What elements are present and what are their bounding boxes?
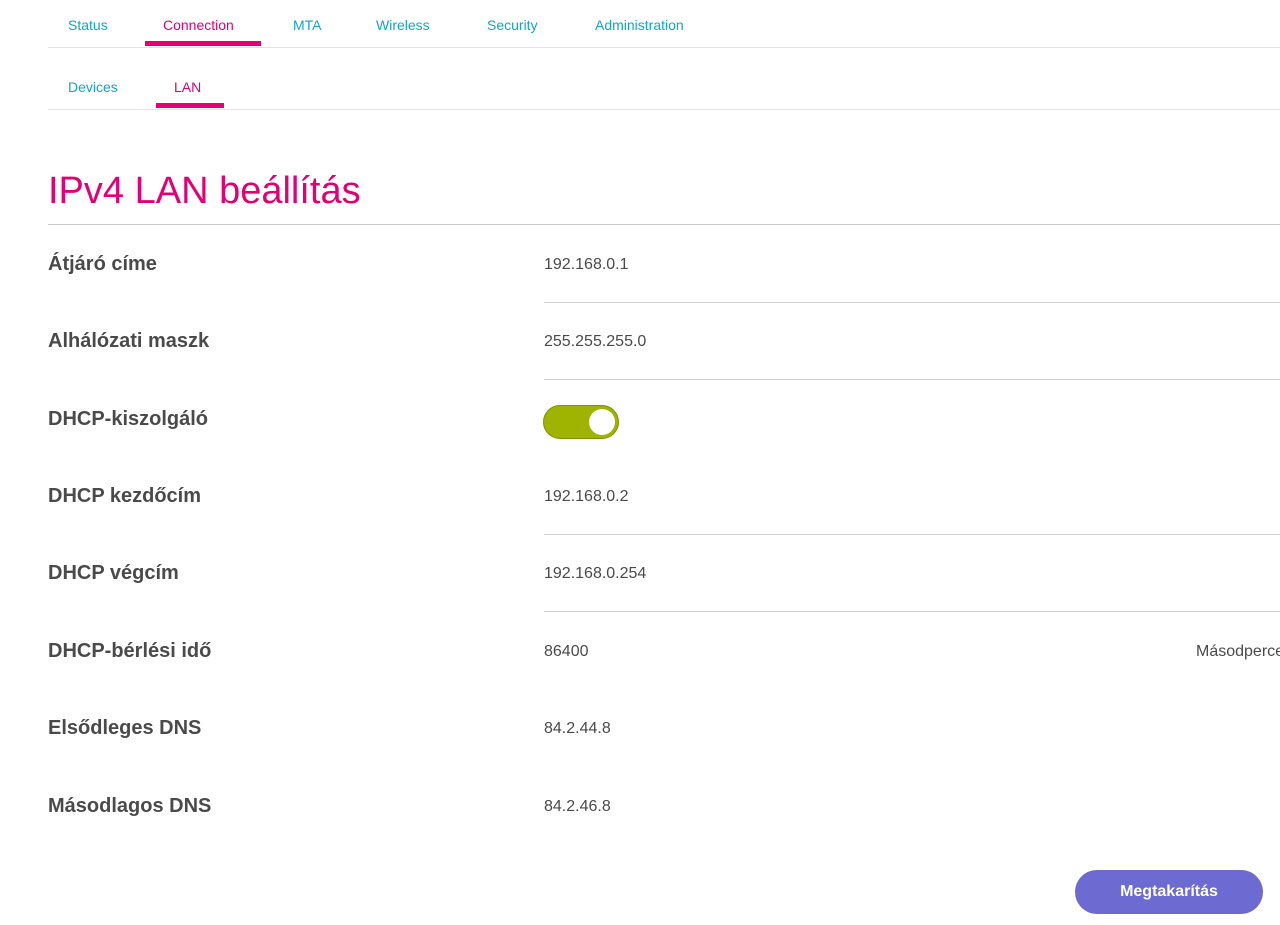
tab-wireless[interactable]: Wireless	[376, 17, 430, 33]
setting-row-secondary-dns: Másodlagos DNS 84.2.46.8	[48, 767, 1280, 845]
dhcp-start-value[interactable]: 192.168.0.2	[544, 488, 629, 506]
save-button[interactable]: Megtakarítás	[1075, 870, 1263, 914]
gateway-label: Átjáró címe	[48, 253, 157, 275]
setting-row-gateway: Átjáró címe 192.168.0.1	[48, 225, 1280, 303]
active-subtab-indicator	[156, 103, 224, 108]
subnet-mask-label: Alhálózati maszk	[48, 330, 210, 352]
tab-mta[interactable]: MTA	[293, 17, 322, 33]
tab-connection[interactable]: Connection	[163, 17, 234, 33]
setting-row-dhcp-end: DHCP végcím 192.168.0.254	[48, 534, 1280, 612]
subnet-mask-value: 255.255.255.0	[544, 333, 647, 350]
dhcp-end-label: DHCP végcím	[48, 562, 179, 584]
dhcp-server-label: DHCP-kiszolgáló	[48, 408, 209, 430]
primary-dns-value[interactable]: 84.2.44.8	[544, 720, 611, 738]
lease-time-value[interactable]: 86400	[544, 643, 589, 661]
setting-row-primary-dns: Elsődleges DNS 84.2.44.8	[48, 689, 1280, 767]
toggle-knob	[589, 409, 615, 435]
dhcp-start-label: DHCP kezdőcím	[48, 485, 202, 507]
active-tab-indicator	[145, 41, 261, 46]
tab-security[interactable]: Security	[487, 17, 538, 33]
secondary-dns-label: Másodlagos DNS	[48, 795, 212, 817]
setting-row-dhcp-start: DHCP kezdőcím 192.168.0.2	[48, 457, 1280, 535]
lease-time-unit: Másodpercek	[1196, 643, 1280, 660]
gateway-value: 192.168.0.1	[544, 256, 629, 273]
tab-devices[interactable]: Devices	[68, 79, 118, 95]
dhcp-server-toggle[interactable]	[543, 405, 619, 439]
tab-administration[interactable]: Administration	[595, 17, 684, 33]
tab-status[interactable]: Status	[68, 17, 108, 33]
primary-dns-label: Elsődleges DNS	[48, 717, 202, 739]
setting-row-dhcp-server: DHCP-kiszolgáló	[48, 380, 1280, 458]
setting-row-lease-time: DHCP-bérlési idő 86400 Másodpercek	[48, 612, 1280, 690]
setting-row-subnet-mask: Alhálózati maszk 255.255.255.0	[48, 302, 1280, 380]
page-title: IPv4 LAN beállítás	[48, 170, 361, 212]
main-nav: Status Connection MTA Wireless Security …	[48, 0, 1280, 48]
sub-nav: Devices LAN	[48, 48, 1280, 110]
tab-lan[interactable]: LAN	[174, 79, 201, 95]
lease-time-label: DHCP-bérlési idő	[48, 640, 212, 662]
secondary-dns-value[interactable]: 84.2.46.8	[544, 798, 611, 816]
dhcp-end-value[interactable]: 192.168.0.254	[544, 565, 646, 583]
